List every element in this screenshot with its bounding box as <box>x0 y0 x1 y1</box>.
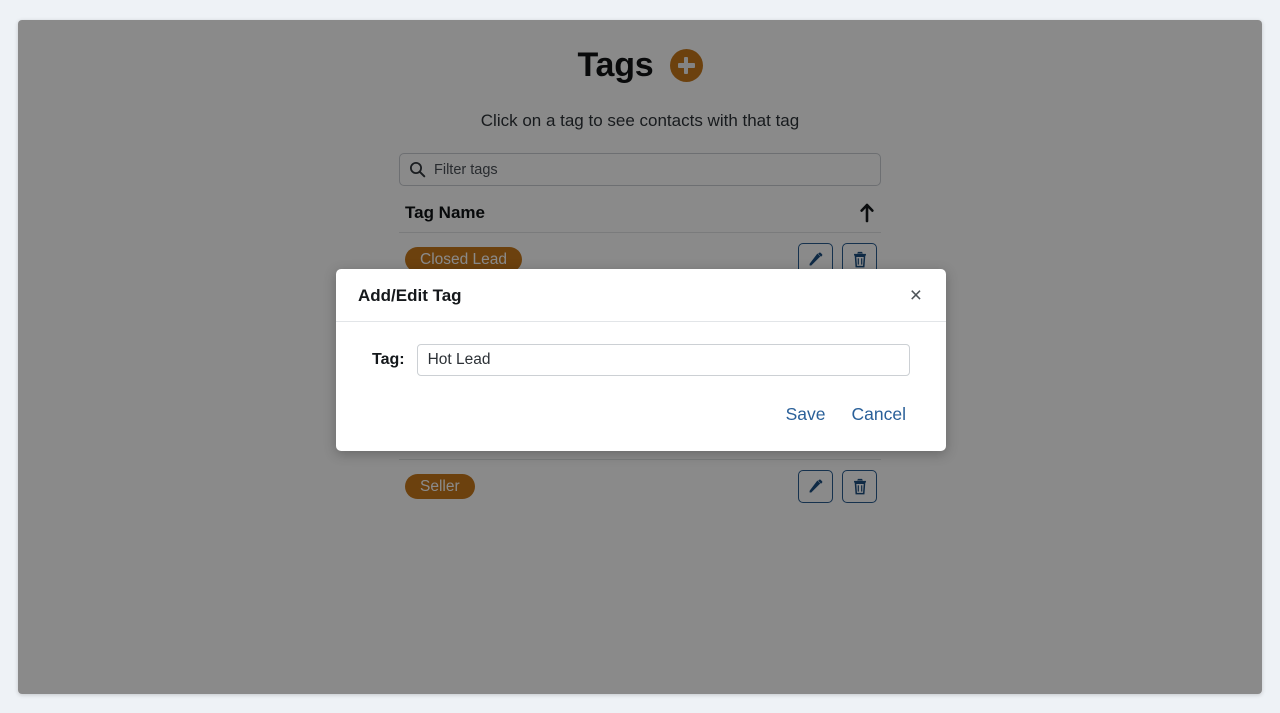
close-icon[interactable]: × <box>908 285 924 306</box>
dialog-header: Add/Edit Tag × <box>336 269 946 322</box>
cancel-button[interactable]: Cancel <box>852 404 906 425</box>
dialog-body: Tag: <box>336 322 946 384</box>
dialog-title: Add/Edit Tag <box>358 285 462 305</box>
tag-field-label: Tag: <box>372 351 405 368</box>
save-button[interactable]: Save <box>786 404 826 425</box>
add-edit-tag-dialog: Add/Edit Tag × Tag: Save Cancel <box>336 269 946 451</box>
tag-name-input[interactable] <box>416 344 910 376</box>
dialog-footer: Save Cancel <box>336 384 946 451</box>
